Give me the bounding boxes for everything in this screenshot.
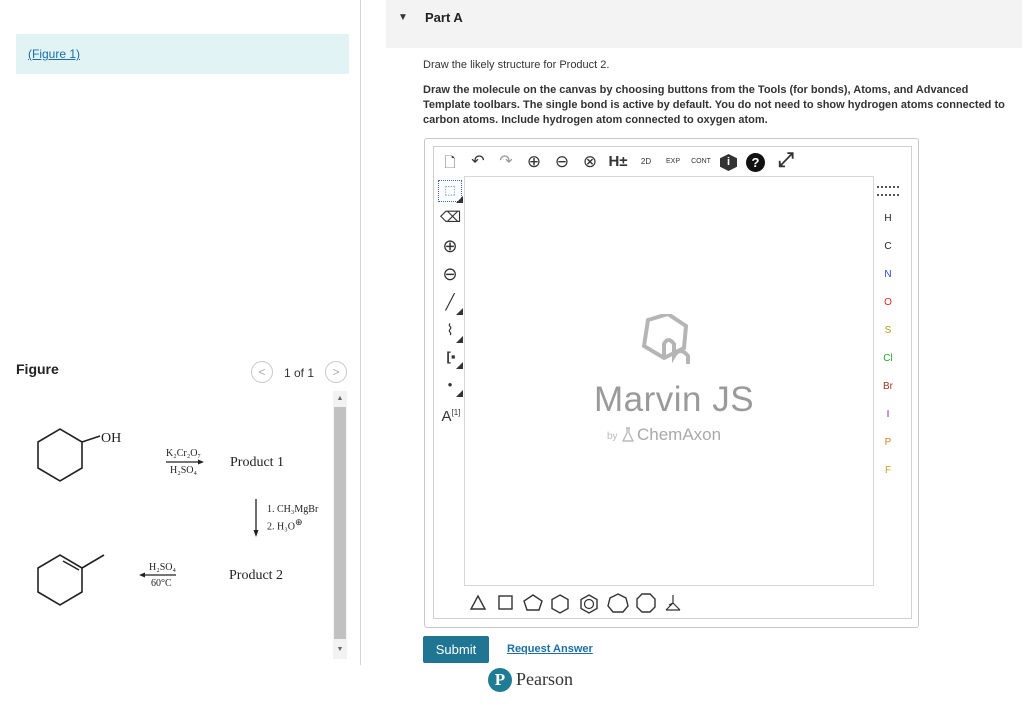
template-3d-structure-icon[interactable] [665,595,681,611]
submit-button[interactable]: Submit [423,636,489,663]
zoom-in-icon[interactable]: ⊕ [524,153,544,171]
tool-expand-markers [456,196,463,397]
reaction-scheme [37,428,259,606]
panel-divider [360,0,361,665]
reagent-3-top: H₂SO₄ [149,562,176,573]
scroll-up-icon[interactable]: ▲ [333,392,347,406]
methylcyclohexene-ring [37,554,83,606]
atom-n-button[interactable]: N [876,268,900,282]
question-instructions: Draw the molecule on the canvas by choos… [423,84,1005,126]
pearson-brand: Pearson [516,669,573,689]
undo-icon[interactable]: ↶ [468,153,488,171]
reagent-3-bottom: 60°C [151,578,172,589]
cyclohexanol-ring [37,428,83,482]
atom-i-button[interactable]: I [876,408,900,422]
template-cyclooctane-icon[interactable] [636,593,656,613]
template-cyclobutane-icon[interactable] [498,595,513,610]
atom-h-button[interactable]: H [876,212,900,226]
watermark-brand: ChemAxon [637,425,722,444]
oh-bond [81,435,101,443]
new-document-icon[interactable]: 🗋 [440,153,460,171]
atom-f-button[interactable]: F [876,464,900,478]
template-cyclohexane-icon[interactable] [551,594,569,614]
watermark-by: by [607,431,618,442]
zoom-out-icon[interactable]: ⊖ [552,153,572,171]
periodic-table-icon[interactable] [877,186,899,196]
part-title[interactable]: Part A [425,10,463,25]
scrollbar-thumb[interactable] [334,407,346,639]
arrow-1-head [198,459,204,465]
scroll-down-icon[interactable]: ▼ [333,643,347,657]
template-toolbar [469,593,681,614]
zoom-fit-icon[interactable]: ⊗ [580,153,600,171]
request-answer-link[interactable]: Request Answer [507,643,593,655]
atom-c-button[interactable]: C [876,240,900,254]
positive-charge-icon: ⊕ [294,517,303,527]
figure-link[interactable]: (Figure 1) [28,47,80,61]
arrow-2-head [253,530,259,537]
redo-icon[interactable]: ↷ [496,153,516,171]
arrow-3-head [139,572,145,578]
contract-icon[interactable]: CONT [688,153,714,171]
reagent-2-line2: 2. H₃O⊕ [267,517,303,533]
chevron-right-icon: > [332,365,340,379]
product-1-label: Product 1 [230,455,285,470]
question-text: Draw the likely structure for Product 2. [423,59,610,71]
oh-label: OH [101,431,122,446]
atom-cl-button[interactable]: Cl [876,352,900,366]
marvin-logo-icon [641,314,690,364]
atom-p-button[interactable]: P [876,436,900,450]
help-icon[interactable]: ? [746,153,765,172]
hydrogen-toggle-icon[interactable]: H± [606,153,630,171]
pager-text: 1 of 1 [284,366,315,380]
atom-s-button[interactable]: S [876,324,900,338]
reagent-2-line1: 1. CH₃MgBr [267,504,319,515]
pager-prev-button[interactable]: < [251,361,273,383]
template-cycloheptane-icon[interactable] [607,593,629,613]
collapse-caret-icon[interactable]: ▼ [398,12,408,23]
chemaxon-flask-icon [621,427,635,442]
template-cyclopropane-icon[interactable] [469,594,487,610]
reagent-1-bottom: H₂SO₄ [170,465,197,476]
chevron-left-icon: < [258,365,266,379]
fullscreen-icon[interactable]: ⤢ [774,150,798,170]
figure-title: Figure [16,361,59,377]
pearson-logo-icon: P [488,668,512,692]
product-2-label: Product 2 [229,568,284,583]
expand-icon[interactable]: EXP [662,153,684,171]
reagent-1-top: K₂Cr₂O₇ [166,448,201,459]
clean-2d-icon[interactable]: 2D [636,153,656,171]
pager-next-button[interactable]: > [325,361,347,383]
methyl-bond [81,554,105,569]
atom-br-button[interactable]: Br [876,380,900,394]
template-cyclopentane-icon[interactable] [523,594,543,611]
template-benzene-icon[interactable] [580,594,598,614]
atom-o-button[interactable]: O [876,296,900,310]
part-header[interactable] [386,0,1022,48]
marvin-watermark-title: Marvin JS [594,380,755,419]
